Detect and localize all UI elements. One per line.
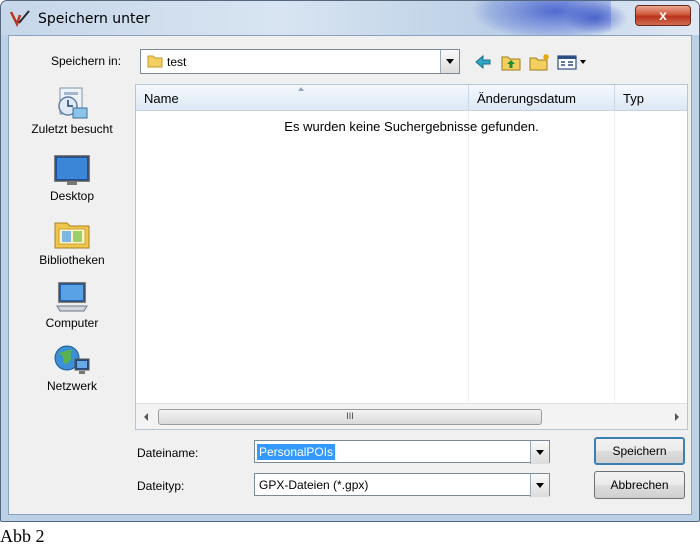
filename-label: Dateiname: <box>137 446 199 460</box>
column-header-row: Name Änderungsdatum Typ <box>136 85 687 111</box>
filename-field[interactable]: PersonalPOIs <box>254 440 550 464</box>
column-separator[interactable] <box>614 85 615 111</box>
place-label: Computer <box>45 316 99 330</box>
desktop-icon <box>54 155 90 185</box>
window-title: Speichern unter <box>38 11 150 27</box>
column-header-date[interactable]: Änderungsdatum <box>477 91 576 106</box>
recent-places-icon <box>58 87 88 119</box>
file-list[interactable]: Name Änderungsdatum Typ Es wurden keine … <box>135 84 688 430</box>
figure-caption: Abb 2 <box>0 526 45 546</box>
back-icon[interactable] <box>474 53 492 71</box>
libraries-icon <box>54 222 90 249</box>
view-menu-icon[interactable] <box>557 53 589 71</box>
save-in-label: Speichern in: <box>51 54 122 68</box>
save-in-value: test <box>167 55 187 69</box>
place-label: Zuletzt besucht <box>31 122 113 136</box>
horizontal-scrollbar[interactable]: III <box>136 403 687 429</box>
place-label: Desktop <box>49 189 95 203</box>
app-icon <box>9 10 30 27</box>
place-network[interactable]: Netzwerk <box>9 343 135 393</box>
computer-icon <box>56 282 88 312</box>
title-bar: Speichern unter x <box>1 1 699 35</box>
column-guide <box>614 111 615 403</box>
chevron-down-icon[interactable] <box>530 474 549 497</box>
save-button[interactable]: Speichern <box>594 437 685 465</box>
place-label: Bibliotheken <box>39 253 105 267</box>
folder-icon <box>147 55 163 68</box>
place-desktop[interactable]: Desktop <box>9 153 135 203</box>
place-libraries[interactable]: Bibliotheken <box>9 217 135 267</box>
save-in-dropdown[interactable]: test <box>140 49 460 74</box>
dialog-body: Speichern in: test Zuletzt besucht Deskt… <box>8 35 692 515</box>
place-label: Netzwerk <box>46 379 97 393</box>
title-bar-background-art-2 <box>561 1 631 35</box>
close-button[interactable]: x <box>635 5 691 26</box>
chevron-down-icon[interactable] <box>530 441 549 464</box>
network-icon <box>54 345 90 374</box>
chevron-down-icon[interactable] <box>440 50 459 73</box>
column-separator[interactable] <box>468 85 469 111</box>
close-icon: x <box>659 7 667 23</box>
scroll-right-icon[interactable] <box>675 413 679 421</box>
save-as-dialog: Speichern unter x Speichern in: test Zul… <box>0 0 700 522</box>
new-folder-icon[interactable] <box>529 53 551 71</box>
place-recent[interactable]: Zuletzt besucht <box>9 86 135 136</box>
cancel-button[interactable]: Abbrechen <box>594 471 685 499</box>
column-header-type[interactable]: Typ <box>623 91 644 106</box>
empty-results-message: Es wurden keine Suchergebnisse gefunden. <box>284 119 539 134</box>
scroll-left-icon[interactable] <box>144 413 148 421</box>
up-folder-icon[interactable] <box>501 53 521 71</box>
place-computer[interactable]: Computer <box>9 280 135 330</box>
column-header-name[interactable]: Name <box>144 91 179 106</box>
filetype-dropdown[interactable]: GPX-Dateien (*.gpx) <box>254 473 550 497</box>
sort-arrow-icon <box>298 87 304 91</box>
scrollbar-thumb[interactable]: III <box>158 409 542 425</box>
filename-value[interactable]: PersonalPOIs <box>257 444 336 460</box>
column-guide <box>468 111 469 403</box>
filetype-value: GPX-Dateien (*.gpx) <box>259 478 369 492</box>
filetype-label: Dateityp: <box>137 479 185 493</box>
